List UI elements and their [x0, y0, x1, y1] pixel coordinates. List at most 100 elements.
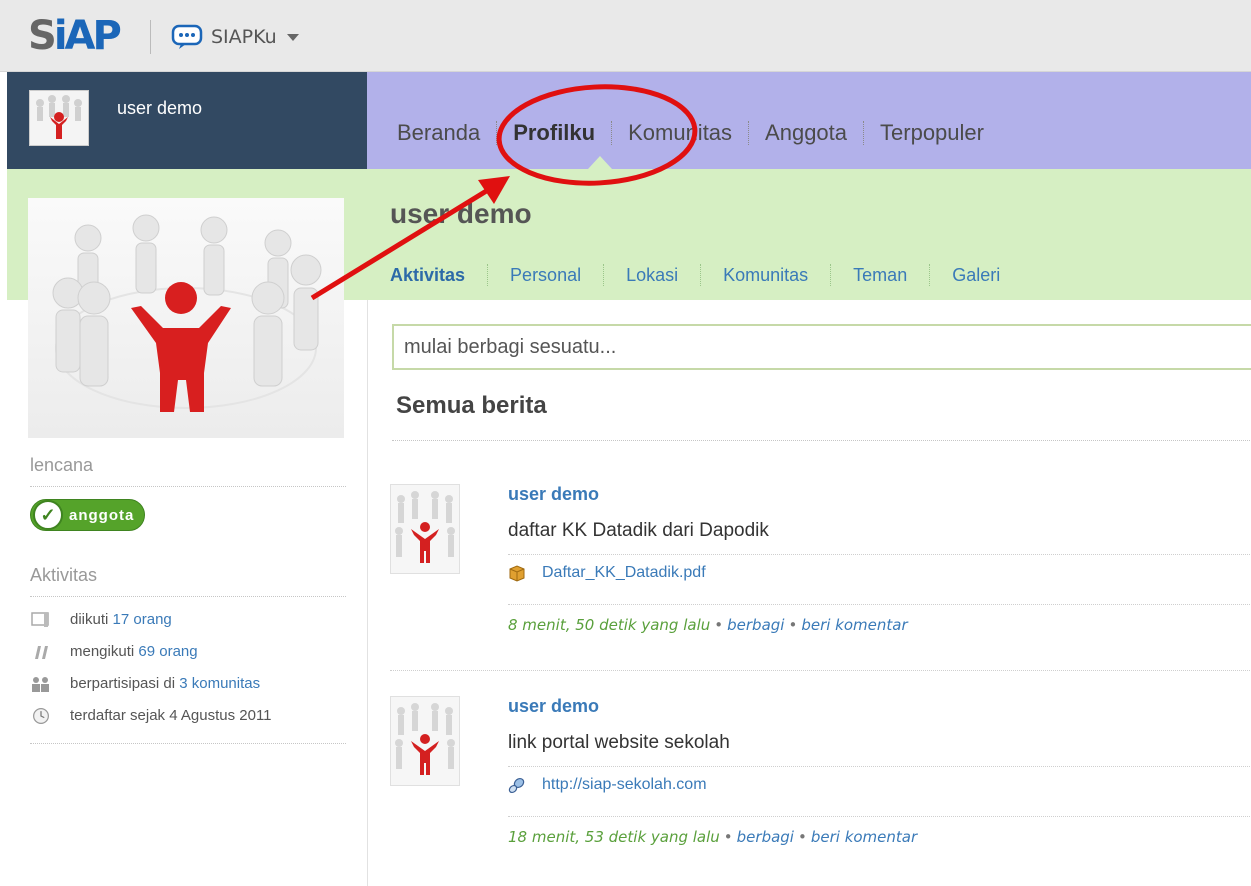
nav-divider	[748, 121, 750, 145]
divider	[508, 816, 1251, 817]
comment-link[interactable]: beri komentar	[801, 616, 907, 634]
people-circle-icon	[36, 95, 82, 139]
post-text: daftar KK Datadik dari Dapodik	[508, 520, 769, 541]
registered-text: terdaftar sejak 4 Agustus 2011	[70, 707, 272, 724]
stat-text: mengikuti	[70, 643, 139, 660]
nav-label: Beranda	[397, 120, 481, 145]
following-link[interactable]: 69 orang	[138, 643, 197, 660]
post-meta: 18 menit, 53 detik yang lalu • berbagi • ber…	[508, 828, 917, 846]
package-icon	[509, 565, 525, 582]
share-link[interactable]: berbagi	[727, 616, 784, 634]
chat-bubble-icon	[171, 24, 203, 49]
tab-divider	[830, 264, 832, 286]
divider	[30, 743, 346, 744]
tab-teman[interactable]: Teman	[853, 265, 907, 286]
community-icon	[32, 677, 49, 692]
tab-label: Komunitas	[723, 264, 809, 285]
siap-logo[interactable]: SiAP	[28, 14, 122, 58]
people-circle-icon	[52, 214, 322, 412]
tab-label: Personal	[510, 264, 582, 285]
attachment-label: http://siap-sekolah.com	[542, 776, 707, 793]
nav-beranda[interactable]: Beranda	[397, 120, 480, 146]
post-avatar[interactable]	[390, 484, 460, 574]
nav-anggota[interactable]: Anggota	[765, 120, 847, 146]
nav-divider	[863, 121, 865, 145]
active-nav-pointer	[588, 156, 612, 169]
tab-label: Galeri	[952, 264, 1001, 285]
top-bar: SiAP SIAPKu	[0, 0, 1251, 72]
tab-divider	[603, 264, 605, 286]
attachment-label: Daftar_KK_Datadik.pdf	[542, 564, 706, 581]
nav-label: Profilku	[513, 120, 596, 145]
stat-communities: berpartisipasi di 3 komunitas	[30, 675, 346, 693]
post-timestamp: 8 menit, 50 detik yang lalu	[508, 616, 711, 634]
tab-divider	[929, 264, 931, 286]
tab-label: Teman	[853, 264, 908, 285]
nav-komunitas[interactable]: Komunitas	[628, 120, 732, 146]
bullet-separator: •	[788, 616, 798, 634]
checkmark-icon: ✓	[33, 500, 63, 530]
followers-link[interactable]: 17 orang	[113, 611, 172, 628]
stat-followers: diikuti 17 orang	[30, 611, 346, 629]
stat-following: mengikuti 69 orang	[30, 643, 346, 661]
divider	[390, 670, 1251, 671]
divider	[392, 440, 1251, 441]
divider	[30, 486, 346, 487]
tab-label: Lokasi	[626, 264, 679, 285]
post-attachment-link[interactable]: Daftar_KK_Datadik.pdf	[508, 564, 706, 582]
nav-profilku[interactable]: Profilku	[513, 120, 595, 146]
badge-label: anggota	[69, 506, 135, 524]
nav-label: Komunitas	[628, 120, 733, 145]
tab-komunitas[interactable]: Komunitas	[723, 265, 808, 286]
divider	[508, 604, 1251, 605]
nav-label: Anggota	[765, 120, 848, 145]
nav-label: Terpopuler	[880, 120, 984, 145]
communities-link[interactable]: 3 komunitas	[179, 675, 260, 692]
stat-text: berpartisipasi di	[70, 675, 180, 692]
tab-aktivitas[interactable]: Aktivitas	[390, 265, 465, 286]
divider	[508, 766, 1251, 767]
column-divider	[367, 300, 368, 886]
bullet-separator: •	[797, 828, 807, 846]
user-avatar	[29, 90, 89, 146]
post-attachment-link[interactable]: http://siap-sekolah.com	[508, 776, 707, 794]
siapku-menu[interactable]: SIAPKu	[171, 22, 299, 52]
tab-galeri[interactable]: Galeri	[952, 265, 1000, 286]
topbar-divider	[150, 20, 151, 54]
profile-tabs: Aktivitas Personal Lokasi Komunitas Tema…	[390, 264, 1000, 286]
followers-icon	[31, 612, 49, 627]
tab-divider	[700, 264, 702, 286]
tab-lokasi[interactable]: Lokasi	[626, 265, 678, 286]
badges-title: lencana	[30, 455, 94, 475]
feed-title: Semua berita	[396, 392, 547, 419]
tab-divider	[487, 264, 489, 286]
chevron-down-icon	[286, 33, 299, 41]
nav-terpopuler[interactable]: Terpopuler	[880, 120, 984, 146]
post-author-link[interactable]: user demo	[508, 696, 599, 717]
siapku-label: SIAPKu	[211, 26, 277, 48]
profile-picture[interactable]	[28, 198, 344, 438]
clock-icon	[33, 708, 49, 724]
user-name[interactable]: user demo	[117, 98, 202, 119]
comment-link[interactable]: beri komentar	[811, 828, 917, 846]
share-input[interactable]	[392, 324, 1251, 370]
post-text: link portal website sekolah	[508, 732, 730, 753]
member-badge[interactable]: ✓ anggota	[30, 499, 146, 531]
tab-personal[interactable]: Personal	[510, 265, 581, 286]
post-author-link[interactable]: user demo	[508, 484, 599, 505]
link-icon	[508, 777, 525, 794]
divider	[508, 554, 1251, 555]
nav-divider	[611, 121, 613, 145]
nav-divider	[496, 121, 498, 145]
post-timestamp: 18 menit, 53 detik yang lalu	[508, 828, 720, 846]
activity-title: Aktivitas	[30, 565, 98, 585]
tab-label: Aktivitas	[390, 264, 466, 285]
divider	[30, 596, 346, 597]
following-icon	[35, 646, 48, 659]
people-circle-icon	[395, 491, 455, 563]
stat-text: diikuti	[70, 611, 113, 628]
share-link[interactable]: berbagi	[737, 828, 794, 846]
post-avatar[interactable]	[390, 696, 460, 786]
current-user-block[interactable]: user demo	[7, 72, 367, 169]
